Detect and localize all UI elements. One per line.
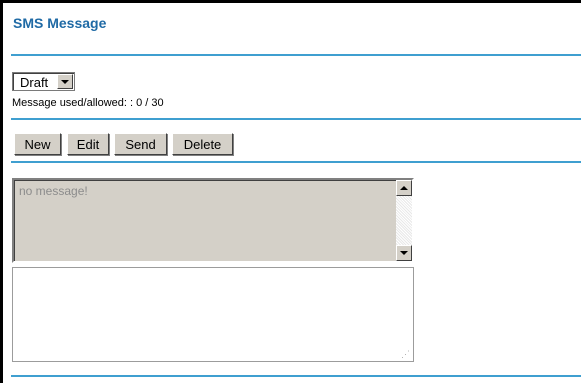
divider-title bbox=[11, 54, 581, 56]
page-title: SMS Message bbox=[13, 15, 107, 31]
new-button[interactable]: New bbox=[14, 133, 61, 155]
edit-button[interactable]: Edit bbox=[67, 133, 109, 155]
mailbox-select[interactable]: Draft bbox=[12, 72, 75, 91]
message-scrollbar[interactable] bbox=[396, 180, 412, 261]
send-button[interactable]: Send bbox=[114, 133, 167, 155]
delete-button[interactable]: Delete bbox=[172, 133, 233, 155]
divider-bottom bbox=[11, 375, 581, 377]
mailbox-select-value: Draft bbox=[20, 75, 49, 90]
message-display-text: no message! bbox=[19, 184, 88, 198]
divider-toolbar bbox=[11, 161, 581, 163]
message-usage-text: Message used/allowed: : 0 / 30 bbox=[12, 97, 164, 109]
frame-top-border bbox=[0, 0, 581, 3]
frame-left-border bbox=[0, 0, 3, 383]
resize-grip-icon[interactable]: ⋰ bbox=[401, 350, 411, 360]
message-display-area[interactable]: no message! bbox=[12, 178, 414, 263]
divider-usage bbox=[11, 118, 581, 120]
compose-message-textarea[interactable] bbox=[12, 267, 414, 362]
scroll-up-icon[interactable] bbox=[396, 180, 412, 196]
scroll-down-icon[interactable] bbox=[396, 245, 412, 261]
chevron-down-icon[interactable] bbox=[57, 74, 73, 89]
